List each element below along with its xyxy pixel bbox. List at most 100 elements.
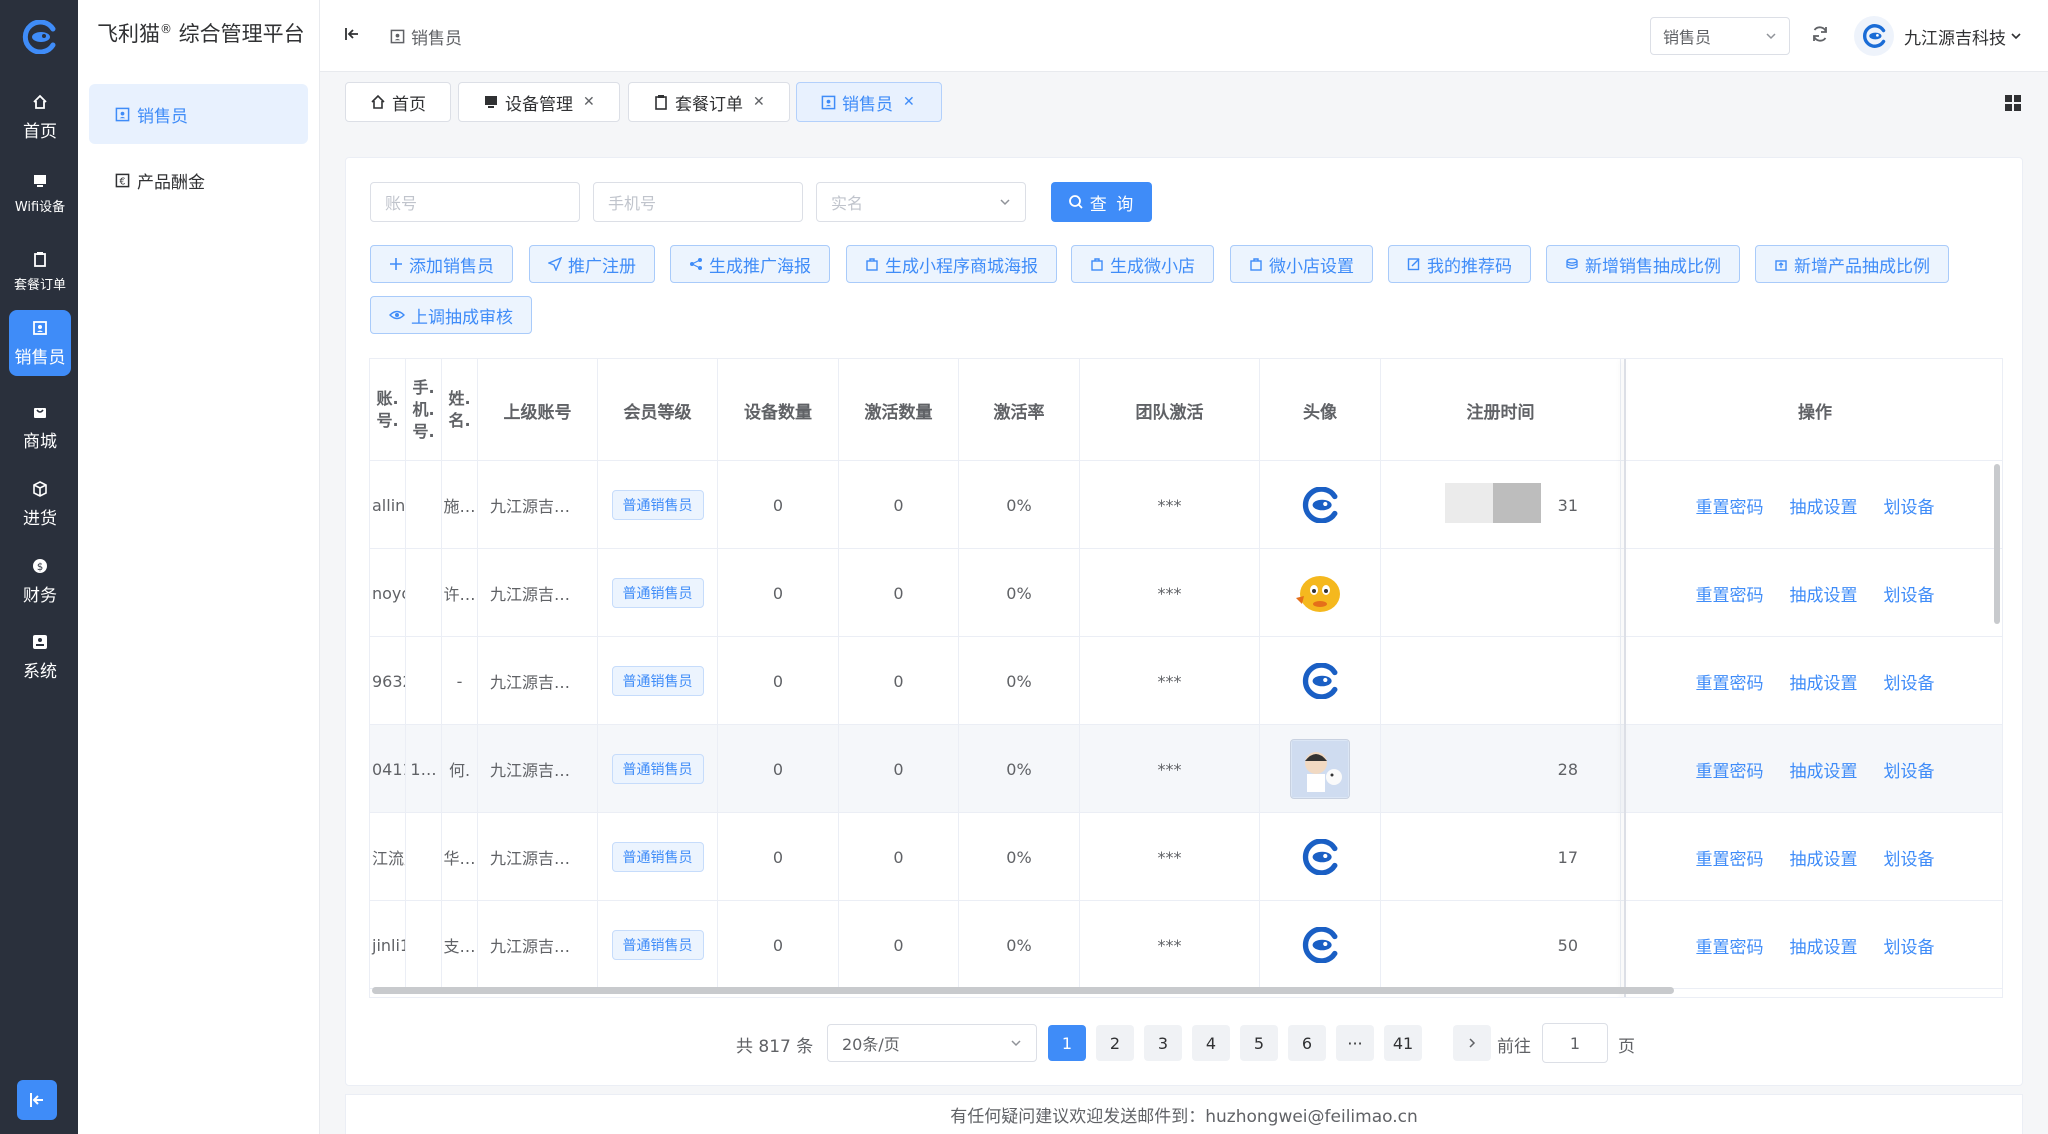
- tab-package-orders[interactable]: 套餐订单 ✕: [628, 82, 790, 122]
- brand-logo-avatar[interactable]: [1290, 915, 1350, 975]
- reset-password-link[interactable]: 重置密码: [1696, 933, 1764, 958]
- col-header-name[interactable]: 姓.名.: [442, 359, 478, 461]
- add-product-commission-button[interactable]: 新增产品抽成比例: [1755, 245, 1949, 283]
- reset-password-link[interactable]: 重置密码: [1696, 581, 1764, 606]
- col-header-operations: 操作: [1798, 402, 1832, 423]
- col-header-register-time[interactable]: 注册时间: [1381, 359, 1621, 461]
- assign-device-link[interactable]: 划设备: [1884, 757, 1935, 782]
- assign-device-link[interactable]: 划设备: [1884, 581, 1935, 606]
- commission-settings-link[interactable]: 抽成设置: [1790, 845, 1858, 870]
- collapse-menu-icon[interactable]: [343, 25, 363, 45]
- rail-item-purchase[interactable]: 进货: [9, 471, 71, 537]
- brand-logo-avatar[interactable]: [1290, 651, 1350, 711]
- commission-settings-link[interactable]: 抽成设置: [1790, 493, 1858, 518]
- cell-reg-time: 50: [1381, 901, 1621, 989]
- commission-settings-link[interactable]: 抽成设置: [1790, 581, 1858, 606]
- commission-settings-link[interactable]: 抽成设置: [1790, 669, 1858, 694]
- close-icon[interactable]: ✕: [583, 94, 595, 110]
- menu-item-salesperson[interactable]: 销售员: [89, 84, 308, 144]
- reset-password-link[interactable]: 重置密码: [1696, 845, 1764, 870]
- brand-logo-avatar[interactable]: [1290, 475, 1350, 535]
- generate-miniprogram-poster-button[interactable]: 生成小程序商城海报: [846, 245, 1057, 283]
- cell-text: 0: [893, 935, 904, 955]
- more-pages-button[interactable]: ···: [1336, 1025, 1374, 1061]
- horizontal-scrollbar[interactable]: [372, 987, 1674, 994]
- table-row[interactable]: 04111… 何. 九江源吉… 普通销售员 0 0 0% *** 28 重置密码 抽成设置 划设备: [370, 725, 2002, 813]
- vertical-scrollbar[interactable]: [1994, 464, 2000, 624]
- reset-password-link[interactable]: 重置密码: [1696, 493, 1764, 518]
- menu-item-product-commission[interactable]: € 产品酬金: [89, 150, 308, 210]
- cell-text: 0%: [1006, 759, 1032, 779]
- col-header-account[interactable]: 账.号.: [370, 359, 406, 461]
- page-number-button[interactable]: 6: [1288, 1025, 1326, 1061]
- assign-device-link[interactable]: 划设备: [1884, 845, 1935, 870]
- assign-device-link[interactable]: 划设备: [1884, 669, 1935, 694]
- col-header-phone[interactable]: 手.机.号.: [406, 359, 442, 461]
- rail-item-wifi-devices[interactable]: Wifi设备: [9, 160, 71, 226]
- add-salesperson-button[interactable]: 添加销售员: [370, 245, 513, 283]
- generate-poster-button[interactable]: 生成推广海报: [670, 245, 830, 283]
- table-row[interactable]: allin11… 施… 九江源吉… 普通销售员 0 0 0% *** 31 重置密码 抽成设置 划设备: [370, 461, 2002, 549]
- rail-item-mall[interactable]: 商城: [9, 394, 71, 460]
- reset-password-link[interactable]: 重置密码: [1696, 669, 1764, 694]
- generate-micro-shop-button[interactable]: 生成微小店: [1071, 245, 1214, 283]
- goto-page-input[interactable]: 1: [1542, 1023, 1608, 1063]
- phone-input[interactable]: 手机号: [593, 182, 803, 222]
- table-row[interactable]: jinli123… 支… 九江源吉… 普通销售员 0 0 0% *** 50 重置密码 抽成设置 划设…: [370, 901, 2002, 989]
- page-number-button[interactable]: 3: [1144, 1025, 1182, 1061]
- commission-settings-link[interactable]: 抽成设置: [1790, 933, 1858, 958]
- refresh-icon[interactable]: [1810, 24, 1832, 46]
- micro-shop-settings-button[interactable]: 微小店设置: [1230, 245, 1373, 283]
- query-button[interactable]: 查 询: [1051, 182, 1152, 222]
- promote-register-button[interactable]: 推广注册: [529, 245, 655, 283]
- page-number-button[interactable]: 2: [1096, 1025, 1134, 1061]
- rail-item-package-orders[interactable]: 套餐订单: [9, 238, 71, 304]
- col-header-member-level[interactable]: 会员等级: [598, 359, 718, 461]
- table-row[interactable]: 963285E… - 九江源吉… 普通销售员 0 0 0% *** 重置密码 抽成设置 划设备: [370, 637, 2002, 725]
- cell-avatar: [1260, 725, 1381, 813]
- app-logo-icon[interactable]: [17, 19, 61, 55]
- col-header-avatar[interactable]: 头像: [1260, 359, 1381, 461]
- commission-settings-link[interactable]: 抽成设置: [1790, 757, 1858, 782]
- assign-device-link[interactable]: 划设备: [1884, 933, 1935, 958]
- col-header-parent-account[interactable]: 上级账号: [478, 359, 598, 461]
- next-page-button[interactable]: [1453, 1025, 1491, 1061]
- tab-salesperson[interactable]: 销售员 ✕: [796, 82, 942, 122]
- cartoon-face-avatar[interactable]: [1290, 563, 1350, 623]
- role-select[interactable]: 销售员: [1650, 17, 1790, 55]
- page-number-button[interactable]: 41: [1384, 1025, 1422, 1061]
- grid-menu-icon[interactable]: [2004, 94, 2022, 112]
- rail-item-system[interactable]: 系统: [9, 624, 71, 690]
- add-sales-commission-button[interactable]: 新增销售抽成比例: [1546, 245, 1740, 283]
- col-header-device-count[interactable]: 设备数量: [718, 359, 839, 461]
- rail-item-home[interactable]: 首页: [9, 84, 71, 150]
- reset-password-link[interactable]: 重置密码: [1696, 757, 1764, 782]
- page-number-button[interactable]: 1: [1048, 1025, 1086, 1061]
- col-header-activated-count[interactable]: 激活数量: [839, 359, 959, 461]
- table-row[interactable]: 江流儿9… 华… 九江源吉… 普通销售员 0 0 0% *** 17 重置密码 抽成设置 划设备: [370, 813, 2002, 901]
- collapse-rail-button[interactable]: [17, 1080, 57, 1120]
- commission-raise-review-button[interactable]: 上调抽成审核: [370, 296, 532, 334]
- page-number-button[interactable]: 4: [1192, 1025, 1230, 1061]
- cartoon-photo-avatar[interactable]: [1290, 739, 1350, 799]
- col-header-team-activation[interactable]: 团队激活: [1080, 359, 1260, 461]
- my-referral-code-button[interactable]: 我的推荐码: [1388, 245, 1531, 283]
- table-row[interactable]: noyoxd… 许… 九江源吉… 普通销售员 0 0 0% *** 重置密码 抽成设置 划设备: [370, 549, 2002, 637]
- page-size-select[interactable]: 20条/页: [827, 1024, 1037, 1062]
- close-icon[interactable]: ✕: [903, 94, 915, 110]
- close-icon[interactable]: ✕: [753, 94, 765, 110]
- page-number-button[interactable]: 5: [1240, 1025, 1278, 1061]
- cell-text: ***: [1157, 935, 1182, 955]
- col-header-activation-rate[interactable]: 激活率: [959, 359, 1080, 461]
- user-menu[interactable]: 九江源吉科技: [1854, 16, 2022, 56]
- tab-device-management[interactable]: 设备管理 ✕: [458, 82, 620, 122]
- cell-parent: 九江源吉…: [478, 725, 598, 813]
- realname-select[interactable]: 实名: [816, 182, 1026, 222]
- assign-device-link[interactable]: 划设备: [1884, 493, 1935, 518]
- brand-logo-avatar[interactable]: [1290, 827, 1350, 887]
- tab-home[interactable]: 首页: [345, 82, 451, 122]
- rail-item-finance[interactable]: $ 财务: [9, 548, 71, 614]
- id-card-icon: [31, 319, 49, 337]
- account-input[interactable]: 账号: [370, 182, 580, 222]
- rail-item-salesperson[interactable]: 销售员: [9, 310, 71, 376]
